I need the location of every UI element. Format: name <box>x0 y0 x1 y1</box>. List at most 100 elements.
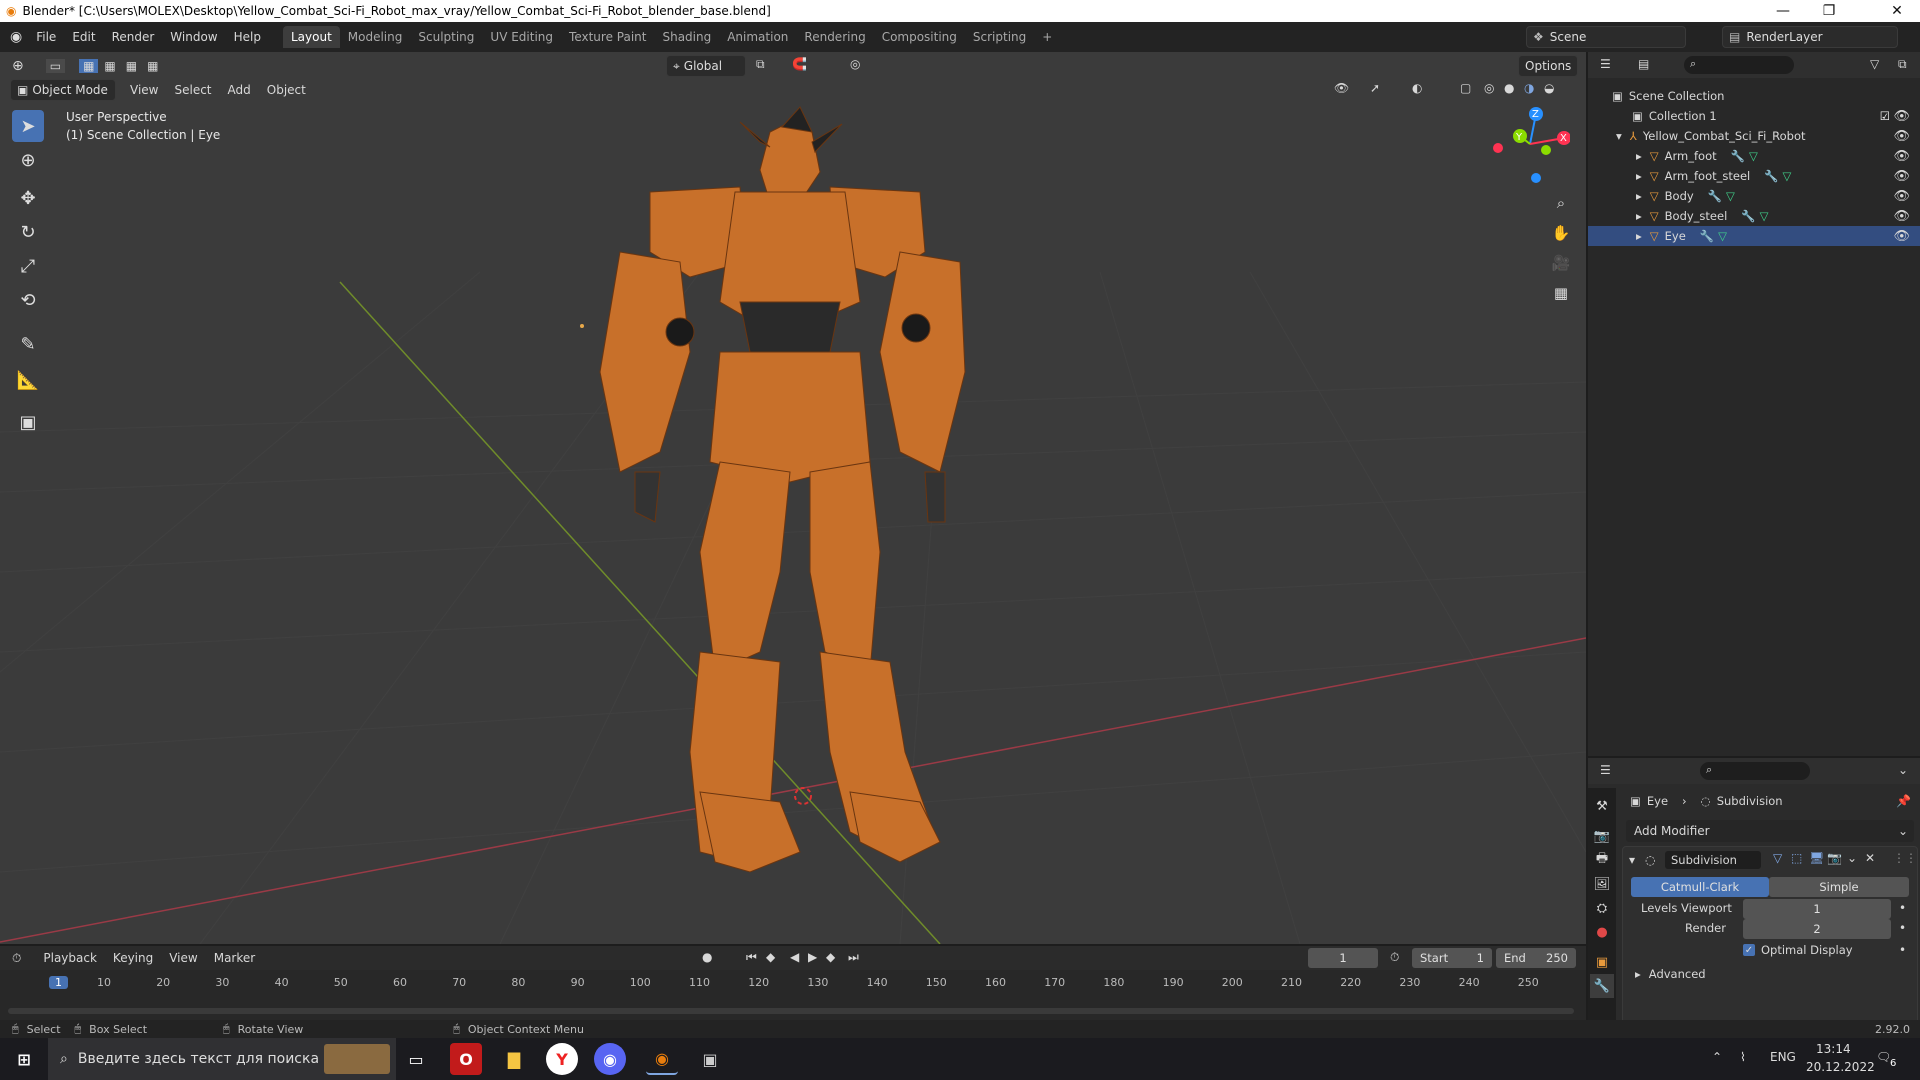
viewport-menu-select[interactable]: Select <box>166 83 219 97</box>
tray-chevron-icon[interactable]: ⌃ <box>1712 1050 1722 1064</box>
outliner-body[interactable]: ▸ ▽ Body 🔧 ▽ 👁 <box>1588 186 1920 206</box>
frame-ruler[interactable]: 1 10 20 30 40 50 60 70 80 90 100 110 120 130 140 150 160… <box>0 974 1586 994</box>
gizmo-toggle-icon[interactable]: ➚ <box>1370 81 1380 95</box>
expand-arrow-icon[interactable]: ▸ <box>1636 229 1642 243</box>
tab-texture-paint[interactable]: Texture Paint <box>561 26 654 48</box>
modifier-wrench-icon[interactable]: 🔧 <box>1708 189 1722 203</box>
discord-icon[interactable]: ◉ <box>594 1043 626 1075</box>
navigation-gizmo[interactable] <box>1490 104 1570 184</box>
select-subtract-icon[interactable]: ▦ <box>122 59 141 73</box>
visibility-eye-icon[interactable]: 👁 <box>1893 209 1910 224</box>
visibility-eye-icon[interactable]: 👁 <box>1893 109 1910 124</box>
opera-icon[interactable]: O <box>450 1043 482 1075</box>
collection-checkbox[interactable]: ☑ <box>1880 109 1890 123</box>
timeline-menu-marker[interactable]: Marker <box>206 951 263 965</box>
wireframe-shading-icon[interactable]: ◎ <box>1484 81 1494 95</box>
outliner-search-input[interactable]: ⌕ <box>1684 56 1794 74</box>
jump-start-icon[interactable]: ⏮ <box>746 950 757 965</box>
tab-shading[interactable]: Shading <box>654 26 719 48</box>
advanced-section[interactable]: ▸ Advanced <box>1635 967 1706 981</box>
yandex-icon[interactable]: Y <box>546 1043 578 1075</box>
annotate-tool-button[interactable]: ✎ <box>12 328 44 360</box>
camera-view-button[interactable]: 🎥 <box>1548 250 1574 276</box>
timeline-editor-icon[interactable]: ⏱ <box>12 951 21 966</box>
app-taskbar-icon[interactable]: ▣ <box>694 1043 726 1075</box>
move-tool-button[interactable]: ✥ <box>12 182 44 214</box>
outliner-arm-foot[interactable]: ▸ ▽ Arm_foot 🔧 ▽ 👁 <box>1588 146 1920 166</box>
light-object-icon[interactable] <box>580 324 584 328</box>
remove-modifier-icon[interactable]: ✕ <box>1865 851 1875 865</box>
levels-viewport-field[interactable]: 1 <box>1743 899 1891 919</box>
measure-tool-button[interactable]: 📐 <box>12 364 44 396</box>
viewport-menu-view[interactable]: View <box>122 83 166 97</box>
optimal-display-checkbox[interactable]: ✓ Optimal Display <box>1743 943 1853 957</box>
modifier-menu-icon[interactable]: ⌄ <box>1847 851 1857 865</box>
menu-edit[interactable]: Edit <box>64 30 103 44</box>
keyframe-dot-icon[interactable]: • <box>1899 901 1906 915</box>
mode-dropdown[interactable]: ▣ Object Mode <box>10 79 116 101</box>
display-mode-icon[interactable]: ▤ <box>1638 57 1649 71</box>
output-tab[interactable]: 🖶 <box>1590 848 1614 872</box>
zoom-button[interactable]: ⌕ <box>1548 190 1574 216</box>
view-layer-tab[interactable]: 🖼 <box>1590 872 1614 896</box>
outliner-body-steel[interactable]: ▸ ▽ Body_steel 🔧 ▽ 👁 <box>1588 206 1920 226</box>
outliner-robot-parent[interactable]: ▾ ⅄ Yellow_Combat_Sci_Fi_Robot 👁 <box>1588 126 1920 146</box>
tab-layout[interactable]: Layout <box>282 26 340 48</box>
visibility-eye-icon[interactable]: 👁 <box>1893 169 1910 184</box>
viewport-menu-object[interactable]: Object <box>259 83 314 97</box>
modifier-wrench-icon[interactable]: 🔧 <box>1700 229 1714 243</box>
file-explorer-icon[interactable]: ▇ <box>498 1043 530 1075</box>
transform-orientation-dropdown[interactable]: ⌖ Global <box>666 55 746 77</box>
modifier-wrench-icon[interactable]: 🔧 <box>1764 169 1778 183</box>
timeline-scrollbar[interactable] <box>8 1008 1574 1014</box>
modifier-wrench-icon[interactable]: 🔧 <box>1741 209 1755 223</box>
ortho-toggle-button[interactable]: ▦ <box>1548 280 1574 306</box>
mesh-data-icon[interactable]: ▽ <box>1749 149 1758 163</box>
visibility-icon[interactable]: 👁 <box>1334 81 1349 95</box>
proportional-edit-icon[interactable]: ◎ <box>850 57 860 71</box>
mesh-data-icon[interactable]: ▽ <box>1726 189 1735 203</box>
prev-keyframe-icon[interactable]: ◆ <box>766 950 775 964</box>
renderlayer-selector[interactable]: ▤ RenderLayer <box>1722 26 1898 48</box>
modifier-name-input[interactable]: Subdivision <box>1665 851 1761 869</box>
pin-icon[interactable]: 📌 <box>1896 794 1911 808</box>
timeline-menu-playback[interactable]: Playback <box>35 951 105 965</box>
mesh-data-icon[interactable]: ▽ <box>1718 229 1727 243</box>
mesh-data-icon[interactable]: ▽ <box>1760 209 1769 223</box>
viewport-canvas[interactable] <box>0 52 1586 944</box>
render-levels-field[interactable]: 2 <box>1743 919 1891 939</box>
expand-arrow-icon[interactable]: ▸ <box>1636 209 1642 223</box>
blender-menu-icon[interactable]: ◉ <box>10 29 22 45</box>
expand-arrow-icon[interactable]: ▸ <box>1636 169 1642 183</box>
keyframe-dot-icon[interactable]: • <box>1899 921 1906 935</box>
timeline-menu-view[interactable]: View <box>161 951 205 965</box>
filter-icon[interactable]: ▽ <box>1870 57 1879 71</box>
viewport-toggle-icon[interactable]: 🖥 <box>1809 851 1824 865</box>
maximize-button[interactable]: ❐ <box>1806 0 1852 22</box>
add-cube-tool-button[interactable]: ▣ <box>12 406 44 438</box>
clock-time[interactable]: 13:14 <box>1816 1042 1851 1056</box>
task-view-icon[interactable]: ▭ <box>400 1043 432 1075</box>
select-extend-icon[interactable]: ▦ <box>100 59 119 73</box>
select-box-icon[interactable]: ▦ <box>79 59 99 73</box>
notifications-icon[interactable]: 🗨 <box>1876 1050 1891 1064</box>
catmull-clark-button[interactable]: Catmull-Clark <box>1631 877 1769 897</box>
tool-tab[interactable]: ⚒ <box>1590 794 1614 818</box>
tab-scripting[interactable]: Scripting <box>965 26 1034 48</box>
current-frame-field[interactable]: 1 <box>1308 948 1378 968</box>
outliner-editor-icon[interactable]: ☰ <box>1600 57 1611 71</box>
play-icon[interactable]: ▶ <box>808 950 817 964</box>
taskbar-search-input[interactable]: ⌕ Введите здесь текст для поиска <box>48 1038 396 1080</box>
visibility-eye-icon[interactable]: 👁 <box>1893 189 1910 204</box>
tab-animation[interactable]: Animation <box>719 26 796 48</box>
world-tab[interactable]: ● <box>1590 920 1614 944</box>
snap-icon[interactable]: 🧲 <box>792 57 807 71</box>
object-tab[interactable]: ▣ <box>1590 950 1614 974</box>
properties-search-input[interactable]: ⌕ <box>1700 762 1810 780</box>
close-button[interactable]: ✕ <box>1874 0 1920 22</box>
menu-file[interactable]: File <box>28 30 64 44</box>
network-icon[interactable]: ⌇ <box>1740 1050 1746 1064</box>
start-frame-field[interactable]: Start 1 <box>1412 948 1492 968</box>
cursor-tool-button[interactable]: ⊕ <box>12 144 44 176</box>
menu-render[interactable]: Render <box>104 30 163 44</box>
